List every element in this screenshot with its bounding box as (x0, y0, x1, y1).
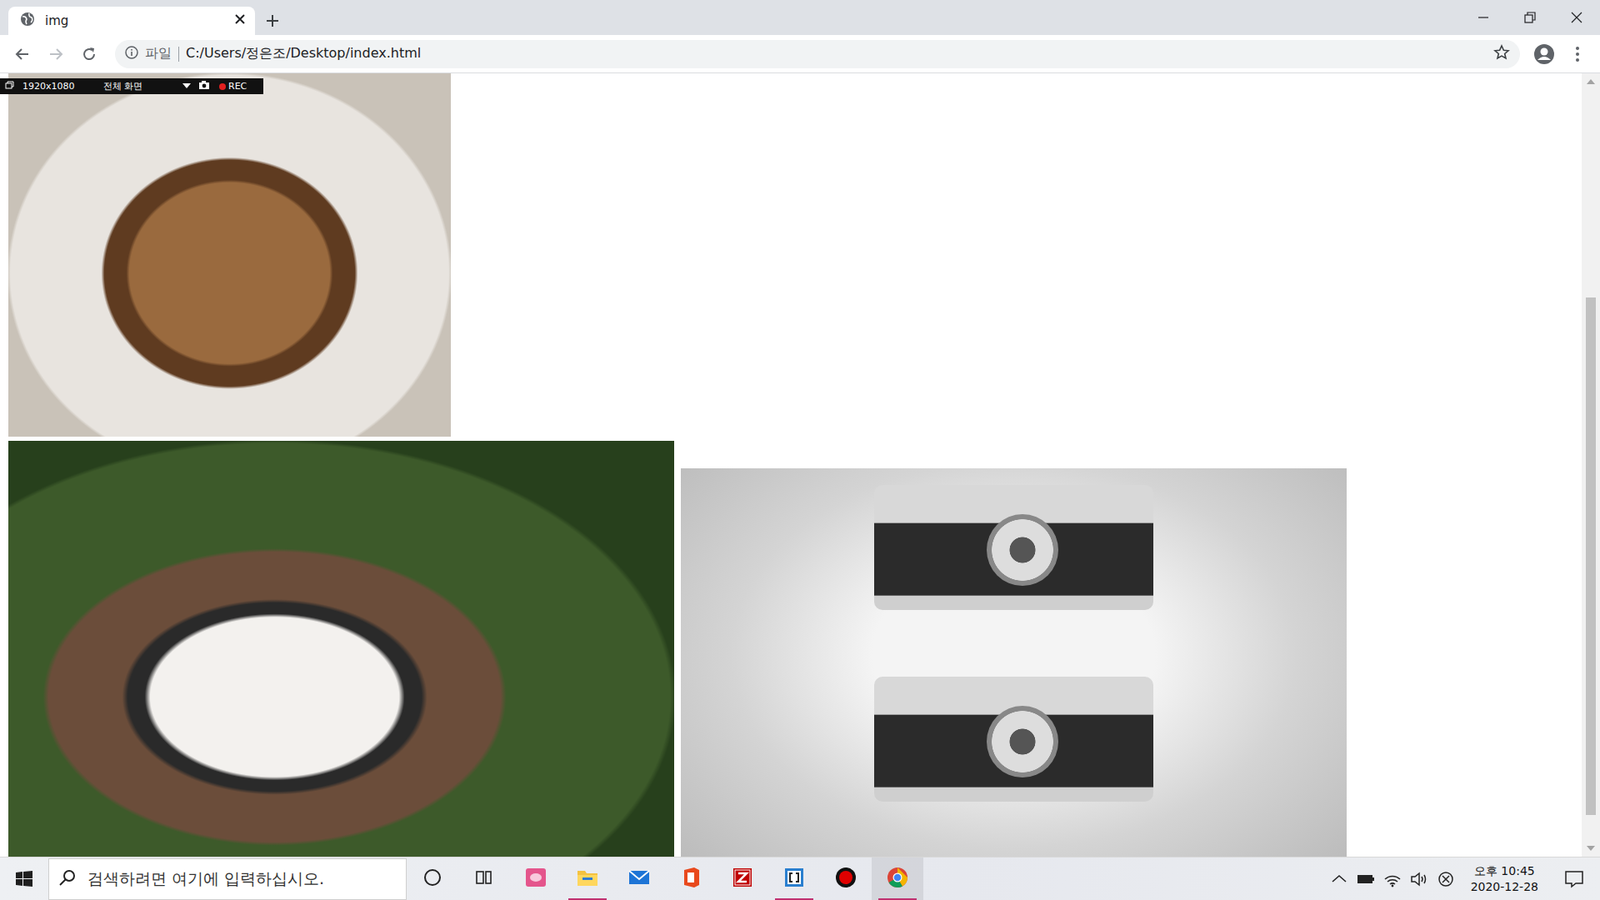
mode-label[interactable]: 전체 화면 (103, 80, 144, 93)
rec-label: REC (228, 80, 247, 92)
rec-button[interactable]: REC (219, 80, 247, 92)
clock-date: 2020-12-28 (1470, 879, 1539, 895)
brackets-icon (782, 865, 806, 893)
forward-icon (41, 40, 70, 69)
resolution-label: 1920x1080 (22, 80, 75, 92)
camera-icon[interactable] (199, 80, 210, 92)
info-icon[interactable] (125, 45, 139, 63)
tab-bar: img (0, 0, 1600, 35)
network-off-icon[interactable] (1435, 869, 1456, 890)
restore-icon[interactable] (1506, 0, 1554, 35)
tab-title: img (45, 13, 224, 29)
windows-icon[interactable] (0, 857, 49, 900)
search-placeholder: 검색하려면 여기에 입력하십시오. (87, 868, 325, 890)
window-controls (1460, 0, 1600, 35)
taskbar-button[interactable] (768, 857, 820, 900)
taskview-icon (472, 865, 496, 893)
taskbar-button[interactable] (561, 857, 614, 900)
taskbar-button[interactable] (406, 857, 459, 900)
taskbar-button[interactable] (458, 857, 510, 900)
image-row (8, 440, 1582, 857)
rec-dot (219, 83, 226, 90)
scroll-track (1581, 90, 1600, 840)
mail-icon (627, 865, 651, 893)
separator (178, 46, 180, 62)
new-tab-icon[interactable] (258, 6, 287, 35)
cortana-icon (420, 865, 445, 893)
taskbar-button[interactable] (820, 857, 872, 900)
pancake-photo (8, 73, 451, 437)
chevron-up-icon[interactable] (1329, 869, 1350, 890)
taskbar-button[interactable] (613, 857, 665, 900)
notification-icon[interactable] (1553, 869, 1595, 890)
office-icon (679, 865, 703, 893)
battery-icon[interactable] (1355, 869, 1376, 890)
running-indicator (878, 898, 917, 900)
filezilla-icon (730, 865, 755, 893)
page-content (0, 73, 1582, 857)
volume-icon[interactable] (1409, 869, 1430, 890)
globe-icon (20, 11, 35, 30)
dropdown-icon[interactable] (182, 80, 191, 92)
sticky-icon (524, 865, 548, 893)
wifi-icon[interactable] (1382, 869, 1403, 890)
back-icon[interactable] (8, 40, 37, 69)
camera-photo (680, 468, 1347, 857)
lens (986, 705, 1059, 778)
taskbar-button[interactable] (871, 857, 924, 900)
scroll-thumb[interactable] (1585, 297, 1596, 815)
search-box[interactable]: 검색하려면 여기에 입력하십시오. (48, 858, 407, 900)
menu-icon[interactable] (1563, 40, 1592, 69)
taskbar-button[interactable] (716, 857, 769, 900)
window-icon[interactable] (5, 80, 15, 93)
reload-icon[interactable] (75, 40, 104, 69)
browser-tab[interactable]: img (8, 6, 255, 35)
profile-icon[interactable] (1530, 40, 1559, 69)
camera-figure (874, 676, 1154, 802)
taskbar-button[interactable] (665, 857, 717, 900)
close-window-icon[interactable] (1553, 0, 1600, 35)
running-indicator (775, 898, 814, 900)
address-bar[interactable]: 파일 C:/Users/정은조/Desktop/index.html (115, 40, 1520, 69)
toolbar: 파일 C:/Users/정은조/Desktop/index.html (0, 35, 1600, 74)
search-icon (59, 869, 76, 890)
star-icon[interactable] (1493, 44, 1510, 65)
scrollbar[interactable] (1581, 73, 1600, 857)
taskbar-button[interactable] (510, 857, 562, 900)
panda-photo (8, 440, 675, 857)
scroll-down-icon[interactable] (1586, 845, 1595, 851)
chrome-icon (885, 865, 910, 893)
url-text[interactable]: C:/Users/정은조/Desktop/index.html (185, 45, 1487, 63)
camera-figure (874, 485, 1154, 610)
running-indicator (568, 898, 607, 900)
clock[interactable]: 오후 10:452020-12-28 (1462, 863, 1547, 895)
recorder-bar: 1920x1080 전체 화면 REC (0, 78, 264, 95)
lens (986, 514, 1059, 586)
system-tray: 오후 10:452020-12-28 (1329, 857, 1600, 900)
scroll-up-icon[interactable] (1586, 79, 1595, 85)
clock-time: 오후 10:45 (1474, 863, 1535, 880)
recorder-icon (834, 865, 858, 893)
scheme-label: 파일 (145, 45, 172, 63)
explorer-icon (575, 865, 600, 893)
close-icon[interactable] (233, 12, 247, 30)
page-viewport: 1920x1080 전체 화면 REC (0, 73, 1600, 857)
minimize-icon[interactable] (1460, 0, 1507, 35)
taskbar: 검색하려면 여기에 입력하십시오. 오후 10:452020-12-28 (0, 856, 1600, 900)
taskbar-apps (406, 857, 924, 900)
